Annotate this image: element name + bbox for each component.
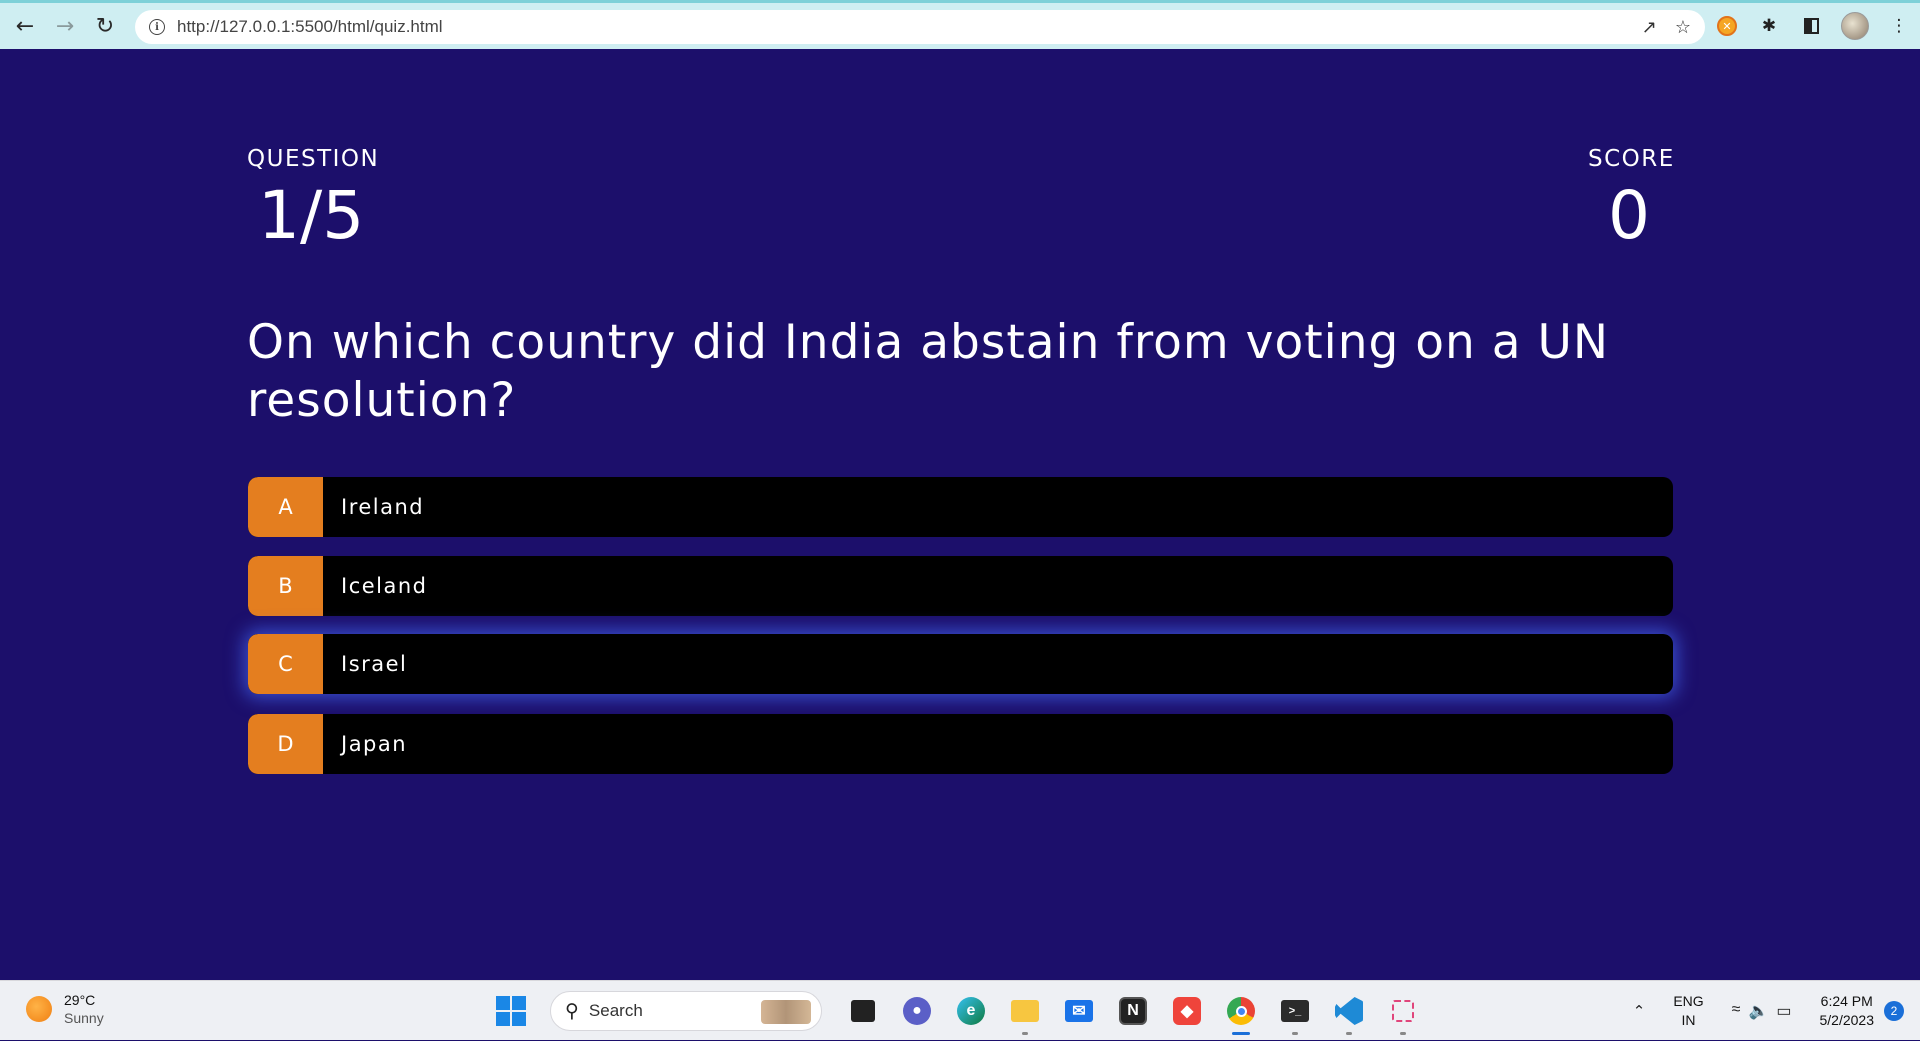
terminal-button[interactable]: >_ [1275, 991, 1315, 1035]
choice-prefix: B [248, 556, 323, 616]
choice-prefix: C [248, 634, 323, 694]
clock-time: 6:24 PM [1820, 993, 1873, 1009]
question-progress: 1/5 [258, 177, 365, 254]
choice-text: Iceland [341, 574, 428, 598]
address-bar[interactable]: i http://127.0.0.1:5500/html/quiz.html ↗… [135, 10, 1705, 44]
choice-text: Japan [341, 732, 408, 756]
running-indicator [1346, 1032, 1352, 1035]
taskbar: 29°C Sunny ⚲ Search ● e ✉ N ◆ >_ ⌃ ENG I… [0, 980, 1920, 1040]
score-label: SCORE [1588, 146, 1675, 172]
wifi-icon: ≈ [1731, 1001, 1741, 1018]
notion-button[interactable]: N [1113, 991, 1153, 1031]
extension-app-icon: ✕ [1717, 16, 1737, 36]
language-indicator[interactable]: ENG IN [1673, 992, 1703, 1030]
choice-a[interactable]: A Ireland [248, 477, 1673, 537]
search-highlight-art [761, 1000, 811, 1024]
question-label: QUESTION [247, 146, 380, 172]
sun-icon [26, 996, 52, 1022]
choice-prefix: A [248, 477, 323, 537]
chat-icon: ● [903, 997, 931, 1025]
notion-icon: N [1119, 997, 1147, 1025]
choice-text: Israel [341, 652, 408, 676]
back-icon[interactable]: ← [10, 11, 40, 41]
choice-c[interactable]: C Israel [248, 634, 1673, 694]
quick-settings[interactable]: ≈ 🔈 ▭ [1732, 1001, 1792, 1021]
puzzle-extensions-icon[interactable]: ✱ [1757, 14, 1781, 38]
quiz-page: QUESTION 1/5 SCORE 0 On which country di… [0, 49, 1920, 980]
url-text[interactable]: http://127.0.0.1:5500/html/quiz.html [177, 17, 443, 37]
clock[interactable]: 6:24 PM 5/2/2023 [1820, 992, 1875, 1030]
terminal-icon: >_ [1281, 1000, 1309, 1022]
profile-avatar[interactable] [1841, 12, 1869, 40]
clock-date: 5/2/2023 [1819, 1012, 1875, 1028]
choice-d[interactable]: D Japan [248, 714, 1673, 774]
chrome-button[interactable] [1221, 991, 1261, 1035]
task-view-button[interactable] [843, 991, 883, 1031]
taskbar-search[interactable]: ⚲ Search [550, 991, 822, 1031]
system-tray: ⌃ ENG IN ≈ 🔈 ▭ 6:24 PM 5/2/2023 2 [1633, 981, 1920, 1041]
forward-icon[interactable]: → [50, 11, 80, 41]
anydesk-icon: ◆ [1173, 997, 1201, 1025]
running-indicator [1400, 1032, 1406, 1035]
weather-condition: Sunny [64, 1010, 104, 1026]
search-icon: ⚲ [565, 1000, 579, 1022]
chevron-up-icon[interactable]: ⌃ [1633, 1002, 1646, 1020]
active-app-indicator [1232, 1032, 1250, 1035]
bookmark-star-icon[interactable]: ☆ [1675, 17, 1691, 38]
volume-icon: 🔈 [1748, 1003, 1769, 1020]
running-indicator [1022, 1032, 1028, 1035]
score-value: 0 [1608, 177, 1650, 254]
region-code: IN [1681, 1012, 1696, 1028]
reload-icon[interactable]: ↻ [90, 11, 120, 41]
extension-button[interactable]: ✕ [1715, 14, 1739, 38]
snipping-tool-button[interactable] [1383, 991, 1423, 1035]
side-panel-button[interactable] [1799, 14, 1823, 38]
weather-temperature: 29°C [64, 992, 96, 1008]
chrome-icon [1227, 997, 1255, 1025]
question-text: On which country did India abstain from … [247, 315, 1610, 428]
choice-b[interactable]: B Iceland [248, 556, 1673, 616]
site-info-icon[interactable]: i [149, 19, 165, 35]
task-view-icon [851, 1000, 875, 1022]
share-icon[interactable]: ↗ [1642, 17, 1657, 38]
choice-prefix: D [248, 714, 323, 774]
vscode-icon [1335, 997, 1363, 1025]
running-indicator [1292, 1032, 1298, 1035]
windows-start-icon[interactable] [496, 996, 526, 1026]
browser-toolbar: ← → ↻ i http://127.0.0.1:5500/html/quiz.… [0, 0, 1920, 49]
battery-icon: ▭ [1776, 1003, 1792, 1020]
folder-icon [1011, 1000, 1039, 1022]
menu-kebab-icon[interactable]: ⋮ [1887, 14, 1911, 38]
language-code: ENG [1673, 993, 1704, 1009]
weather-widget[interactable]: 29°C Sunny [26, 991, 104, 1027]
choice-text: Ireland [341, 495, 425, 519]
snipping-tool-icon [1392, 1000, 1414, 1022]
teams-chat-button[interactable]: ● [897, 991, 937, 1031]
vscode-button[interactable] [1329, 991, 1369, 1035]
file-explorer-button[interactable] [1005, 991, 1045, 1035]
search-placeholder: Search [588, 1001, 643, 1020]
mail-icon: ✉ [1065, 1000, 1093, 1022]
edge-icon: e [957, 997, 985, 1025]
side-panel-icon [1803, 18, 1819, 34]
mail-button[interactable]: ✉ [1059, 991, 1099, 1031]
notification-badge[interactable]: 2 [1884, 1001, 1904, 1021]
anydesk-button[interactable]: ◆ [1167, 991, 1207, 1031]
edge-browser-button[interactable]: e [951, 991, 991, 1031]
